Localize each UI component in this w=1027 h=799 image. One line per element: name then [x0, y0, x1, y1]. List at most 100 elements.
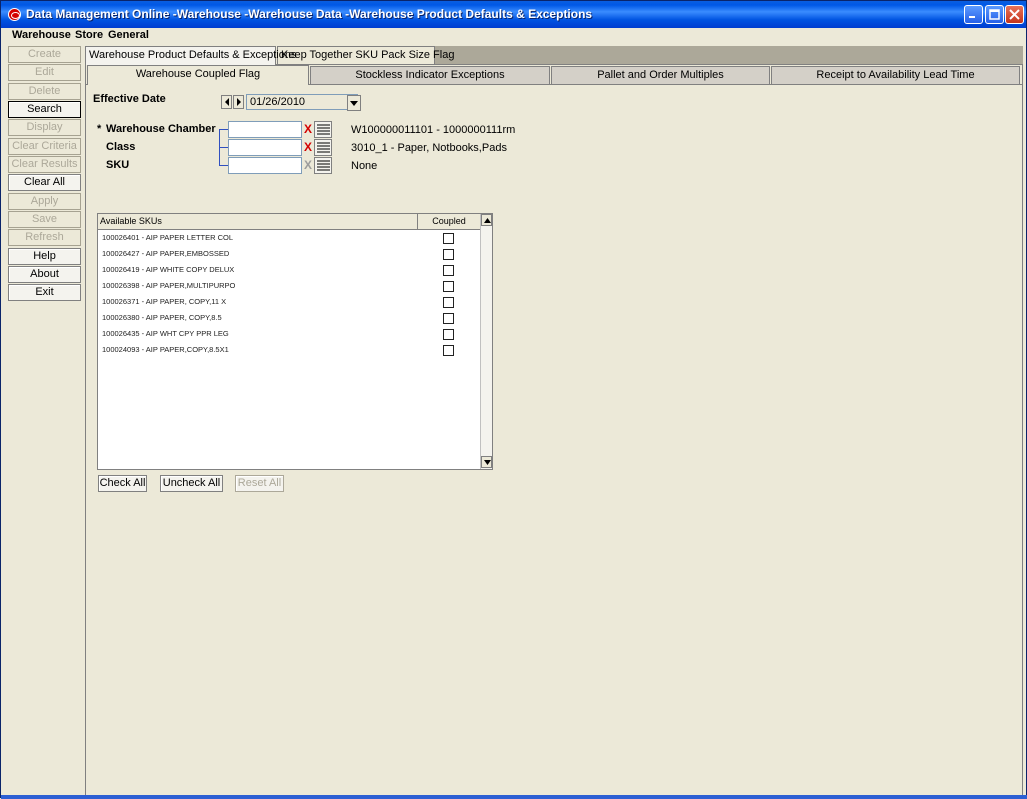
clear-warehouse-chamber-icon[interactable]: X	[303, 122, 313, 136]
sku-cell: 100026427 - AIP PAPER,EMBOSSED	[102, 249, 230, 258]
menu-bar: Warehouse Store General	[1, 28, 1026, 45]
minimize-button[interactable]	[964, 5, 983, 24]
window-title: Data Management Online -Warehouse -Wareh…	[26, 7, 593, 21]
date-next-button[interactable]	[233, 95, 244, 109]
list-lookup-icon	[317, 124, 330, 135]
sku-value: None	[351, 160, 378, 172]
create-button[interactable]: Create	[8, 46, 81, 63]
table-row[interactable]: 100026427 - AIP PAPER,EMBOSSED	[98, 247, 481, 263]
grid-vertical-scrollbar[interactable]	[480, 214, 492, 469]
close-button[interactable]	[1005, 5, 1024, 24]
action-button-panel: Create Edit Delete Search Display Clear …	[8, 46, 82, 796]
table-row[interactable]: 100026419 - AIP WHITE COPY DELUX	[98, 263, 481, 279]
table-row[interactable]: 100024093 - AIP PAPER,COPY,8.5X1	[98, 343, 481, 359]
available-skus-grid: Available SKUs Coupled 100026401 - AIP P…	[97, 213, 493, 470]
coupled-checkbox[interactable]	[443, 281, 454, 292]
chevron-down-icon	[350, 101, 358, 106]
sku-cell: 100026435 - AIP WHT CPY PPR LEG	[102, 329, 229, 338]
refresh-button[interactable]: Refresh	[8, 229, 81, 246]
edit-button[interactable]: Edit	[8, 64, 81, 81]
clear-sku-icon[interactable]: X	[303, 158, 313, 172]
display-button[interactable]: Display	[8, 119, 81, 136]
search-button[interactable]: Search	[8, 101, 81, 118]
clear-results-button[interactable]: Clear Results	[8, 156, 81, 173]
app-window: Data Management Online -Warehouse -Wareh…	[0, 0, 1027, 799]
maximize-button[interactable]	[985, 5, 1004, 24]
table-row[interactable]: 100026398 - AIP PAPER,MULTIPURPO	[98, 279, 481, 295]
chevron-up-icon	[484, 218, 491, 223]
sku-cell: 100026380 - AIP PAPER, COPY,8.5	[102, 313, 222, 322]
top-tab-strip: Warehouse Product Defaults & Exceptions …	[85, 46, 1023, 65]
oracle-logo-icon	[8, 8, 21, 21]
arrow-left-icon	[225, 98, 229, 106]
sku-label: SKU	[106, 159, 130, 171]
column-header-available-skus[interactable]: Available SKUs	[98, 214, 418, 229]
tab-pallet-order-multiples[interactable]: Pallet and Order Multiples	[551, 66, 770, 84]
apply-button[interactable]: Apply	[8, 193, 81, 210]
menu-store[interactable]: Store	[75, 29, 103, 41]
grid-header: Available SKUs Coupled	[98, 214, 481, 230]
exit-button[interactable]: Exit	[8, 284, 81, 301]
title-bar[interactable]: Data Management Online -Warehouse -Wareh…	[1, 1, 1026, 28]
scroll-down-button[interactable]	[481, 456, 492, 468]
warehouse-chamber-value: W100000011101 - 1000000111rm	[351, 124, 516, 136]
save-button[interactable]: Save	[8, 211, 81, 228]
maximize-icon	[989, 9, 1000, 20]
coupled-checkbox[interactable]	[443, 265, 454, 276]
scroll-up-button[interactable]	[481, 214, 492, 226]
clear-class-icon[interactable]: X	[303, 140, 313, 154]
class-label: Class	[106, 141, 136, 153]
arrow-right-icon	[237, 98, 241, 106]
coupled-checkbox[interactable]	[443, 345, 454, 356]
minimize-icon	[969, 16, 975, 18]
sku-input[interactable]	[228, 157, 302, 174]
warehouse-chamber-lookup-button[interactable]	[314, 121, 332, 138]
coupled-checkbox[interactable]	[443, 329, 454, 340]
coupled-checkbox[interactable]	[443, 233, 454, 244]
coupled-checkbox[interactable]	[443, 313, 454, 324]
tab-warehouse-product-defaults[interactable]: Warehouse Product Defaults & Exceptions	[85, 46, 296, 65]
chevron-down-icon	[484, 460, 491, 465]
check-all-button[interactable]: Check All	[98, 475, 147, 492]
class-input[interactable]	[228, 139, 302, 156]
clear-all-button[interactable]: Clear All	[8, 174, 81, 191]
uncheck-all-button[interactable]: Uncheck All	[160, 475, 223, 492]
tab-keep-together-sku[interactable]: Keep Together SKU Pack Size Flag	[277, 46, 454, 64]
taskbar-edge	[1, 795, 1027, 799]
date-dropdown-button[interactable]	[347, 95, 361, 111]
column-header-coupled[interactable]: Coupled	[418, 214, 481, 229]
class-lookup-button[interactable]	[314, 139, 332, 156]
effective-date-label: Effective Date	[93, 93, 166, 105]
coupled-checkbox[interactable]	[443, 249, 454, 260]
coupled-flag-form: Effective Date 01/26/2010 * Warehouse Ch…	[86, 84, 1022, 795]
date-prev-button[interactable]	[221, 95, 232, 109]
list-lookup-icon	[317, 142, 330, 153]
warehouse-chamber-label: Warehouse Chamber	[106, 123, 216, 135]
warehouse-chamber-input[interactable]	[228, 121, 302, 138]
help-button[interactable]: Help	[8, 248, 81, 265]
table-row[interactable]: 100026435 - AIP WHT CPY PPR LEG	[98, 327, 481, 343]
close-icon	[1009, 9, 1020, 20]
required-marker: *	[97, 123, 102, 135]
table-row[interactable]: 100026380 - AIP PAPER, COPY,8.5	[98, 311, 481, 327]
sku-cell: 100026371 - AIP PAPER, COPY,11 X	[102, 297, 227, 306]
tab-panel: Warehouse Coupled Flag Stockless Indicat…	[85, 64, 1023, 796]
tab-receipt-availability-lead-time[interactable]: Receipt to Availability Lead Time	[771, 66, 1020, 84]
tab-warehouse-coupled-flag[interactable]: Warehouse Coupled Flag	[87, 65, 309, 85]
menu-general[interactable]: General	[108, 29, 149, 41]
delete-button[interactable]: Delete	[8, 83, 81, 100]
sku-cell: 100024093 - AIP PAPER,COPY,8.5X1	[102, 345, 229, 354]
coupled-checkbox[interactable]	[443, 297, 454, 308]
sku-lookup-button[interactable]	[314, 157, 332, 174]
table-row[interactable]: 100026401 - AIP PAPER LETTER COL	[98, 231, 481, 247]
tab-stockless-indicator-exceptions[interactable]: Stockless Indicator Exceptions	[310, 66, 550, 84]
reset-all-button[interactable]: Reset All	[235, 475, 284, 492]
sku-cell: 100026398 - AIP PAPER,MULTIPURPO	[102, 281, 236, 290]
menu-warehouse[interactable]: Warehouse	[12, 29, 71, 41]
list-lookup-icon	[317, 160, 330, 171]
table-row[interactable]: 100026371 - AIP PAPER, COPY,11 X	[98, 295, 481, 311]
clear-criteria-button[interactable]: Clear Criteria	[8, 138, 81, 155]
effective-date-field[interactable]: 01/26/2010	[246, 94, 358, 110]
sku-cell: 100026419 - AIP WHITE COPY DELUX	[102, 265, 235, 274]
about-button[interactable]: About	[8, 266, 81, 283]
